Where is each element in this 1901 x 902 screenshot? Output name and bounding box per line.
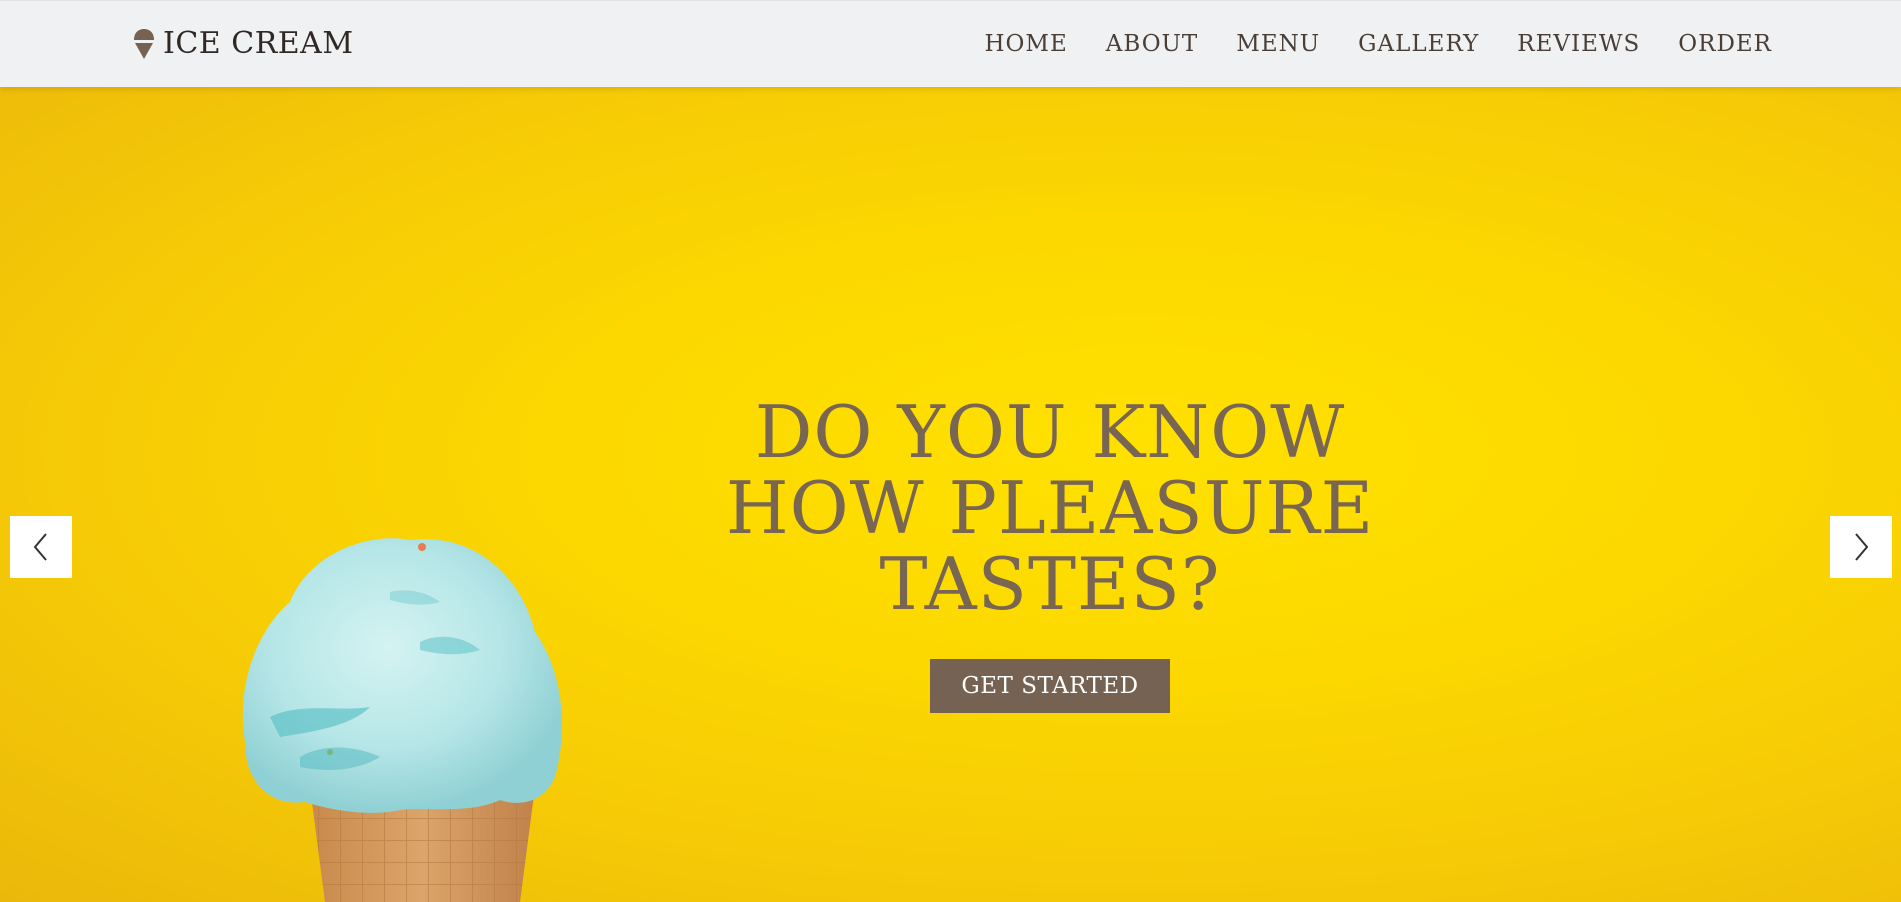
nav-link-menu[interactable]: MENU (1236, 29, 1320, 59)
nav-item-home: HOME (984, 29, 1067, 59)
nav-link-order[interactable]: ORDER (1678, 29, 1772, 59)
hero-carousel: DO YOU KNOW HOW PLEASURE TASTES? GET STA… (0, 87, 1901, 902)
hero-title-line-3: TASTES? (879, 542, 1221, 626)
chevron-left-icon (33, 533, 47, 561)
nav-link-reviews[interactable]: REVIEWS (1517, 29, 1640, 59)
brand-logo-link[interactable]: ICE CREAM (131, 25, 354, 63)
nav-link-gallery[interactable]: GALLERY (1358, 29, 1479, 59)
navbar: ICE CREAM HOME ABOUT MENU GALLERY REVIEW… (0, 0, 1901, 87)
nav-item-order: ORDER (1678, 29, 1772, 59)
main-nav: HOME ABOUT MENU GALLERY REVIEWS ORDER (984, 29, 1772, 59)
nav-link-home[interactable]: HOME (984, 29, 1067, 59)
get-started-button[interactable]: GET STARTED (930, 659, 1170, 713)
ice-cream-cone-image (242, 538, 563, 902)
hero-title: DO YOU KNOW HOW PLEASURE TASTES? (650, 394, 1450, 622)
carousel-next-button[interactable] (1830, 516, 1892, 578)
chevron-right-icon (1855, 533, 1869, 561)
nav-link-about[interactable]: ABOUT (1106, 29, 1199, 59)
nav-item-about: ABOUT (1106, 29, 1199, 59)
carousel-prev-button[interactable] (10, 516, 72, 578)
nav-item-menu: MENU (1236, 29, 1320, 59)
hero-title-line-2: HOW PLEASURE (725, 466, 1375, 550)
brand-name: ICE CREAM (163, 26, 354, 61)
hero-content: DO YOU KNOW HOW PLEASURE TASTES? GET STA… (650, 394, 1450, 713)
hero-title-line-1: DO YOU KNOW (754, 390, 1346, 474)
nav-item-gallery: GALLERY (1358, 29, 1479, 59)
ice-cream-icon (134, 29, 154, 59)
nav-item-reviews: REVIEWS (1517, 29, 1640, 59)
